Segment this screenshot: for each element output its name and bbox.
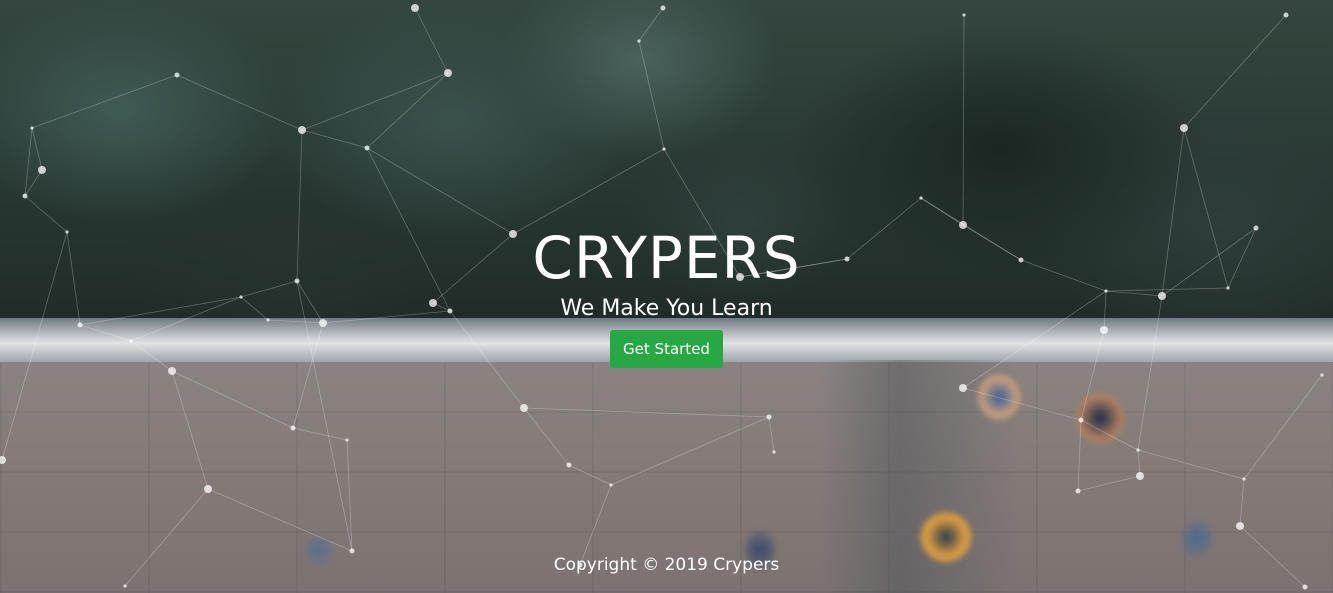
network-link <box>568 464 612 486</box>
network-link <box>523 407 770 418</box>
network-node <box>364 145 370 151</box>
network-link <box>346 439 353 552</box>
network-link <box>1239 478 1245 527</box>
network-link <box>301 129 368 149</box>
network-node <box>38 166 46 174</box>
network-link <box>638 40 665 150</box>
network-link <box>1077 419 1082 492</box>
network-link <box>1183 14 1287 129</box>
network-node <box>662 147 666 151</box>
network-node <box>1180 124 1188 132</box>
network-link <box>962 14 965 226</box>
get-started-button[interactable]: Get Started <box>610 330 723 368</box>
network-node <box>444 69 452 77</box>
hero-section: CRYPERS We Make You Learn Get Started Co… <box>0 0 1333 593</box>
network-link <box>292 427 348 441</box>
network-link <box>207 488 353 552</box>
network-node <box>1242 477 1246 481</box>
network-node <box>30 126 34 130</box>
network-node <box>962 13 966 17</box>
network-node <box>411 4 419 12</box>
network-link <box>176 74 303 131</box>
copyright-text: Copyright © 2019 Crypers <box>553 555 780 575</box>
network-link <box>768 416 775 453</box>
network-node <box>660 5 666 11</box>
network-link <box>1137 449 1245 480</box>
network-node <box>1136 448 1140 452</box>
network-node <box>1302 584 1308 590</box>
network-node <box>1078 417 1084 423</box>
network-node <box>520 404 528 412</box>
network-link <box>610 416 770 486</box>
network-link <box>962 387 1082 421</box>
network-node <box>919 196 923 200</box>
hero-content: CRYPERS We Make You Learn Get Started <box>0 222 1333 368</box>
network-link <box>1077 475 1141 492</box>
network-node <box>22 193 28 199</box>
network-node <box>1075 488 1081 494</box>
network-node <box>766 414 772 420</box>
network-link <box>24 127 33 197</box>
network-node <box>168 367 176 375</box>
network-node <box>174 72 180 78</box>
network-link <box>1243 374 1323 480</box>
network-link <box>523 407 570 466</box>
network-node <box>1136 472 1144 480</box>
network-node <box>1283 12 1289 18</box>
network-node <box>204 485 212 493</box>
network-node <box>566 462 572 468</box>
network-node <box>123 584 127 588</box>
network-node <box>959 384 967 392</box>
network-link <box>31 74 178 129</box>
page-title: CRYPERS <box>532 224 801 292</box>
network-link <box>1080 419 1139 451</box>
network-link <box>31 127 43 171</box>
network-node <box>345 438 349 442</box>
network-node <box>637 39 641 43</box>
page-subtitle: We Make You Learn <box>560 296 773 321</box>
network-link <box>171 370 209 490</box>
network-node <box>609 483 613 487</box>
network-link <box>301 72 449 131</box>
network-link <box>171 370 294 429</box>
network-node <box>772 450 776 454</box>
network-link <box>638 7 664 42</box>
network-node <box>1320 373 1324 377</box>
network-node <box>298 126 306 134</box>
network-node <box>1236 522 1244 530</box>
network-node <box>0 456 6 464</box>
network-node <box>290 425 296 431</box>
network-link <box>414 7 449 74</box>
network-link <box>366 72 449 149</box>
